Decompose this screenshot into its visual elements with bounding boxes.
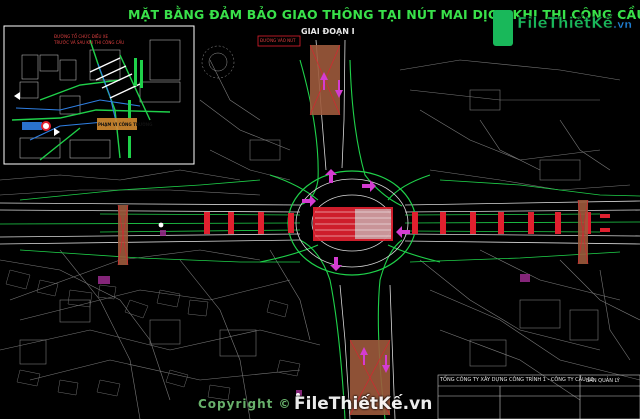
logo-text: FileThiếtKế.vn [517,14,633,33]
logo-badge-icon [493,10,513,46]
site-plan [0,25,640,419]
cad-drawing: MẶT BẰNG ĐẢM BẢO GIAO THÔNG TẠI NÚT MAI … [0,0,640,419]
title-block-line2: BAN QUẢN LÝ [586,378,620,384]
markers [158,222,300,397]
logo-name: FileThiếtKế [517,14,614,33]
brand-logo: FileThiếtKế.vn [493,10,635,50]
site-boundary-label: PHẠM VI CÔNG TRƯỜNG [98,122,153,127]
watermark: Copyright © FileThiếtKế.vn [198,394,432,414]
entry-sign-label: ĐƯỜNG VÀO NÚT [260,38,296,43]
logo-tld: .vn [612,18,633,32]
drawing-title: MẶT BẰNG ĐẢM BẢO GIAO THÔNG TẠI NÚT MAI … [128,7,640,22]
phase-subtitle: GIAI ĐOẠN I [301,27,355,36]
construction-zone [313,207,393,241]
inset-note-2: TRƯỚC VÀ SAU KHI THI CÔNG CẦU [54,40,125,45]
inset-map [3,25,195,165]
watermark-copyright: Copyright © [198,397,292,411]
landmark-circle [201,45,235,79]
watermark-text: FileThiếtKế.vn [294,394,433,414]
